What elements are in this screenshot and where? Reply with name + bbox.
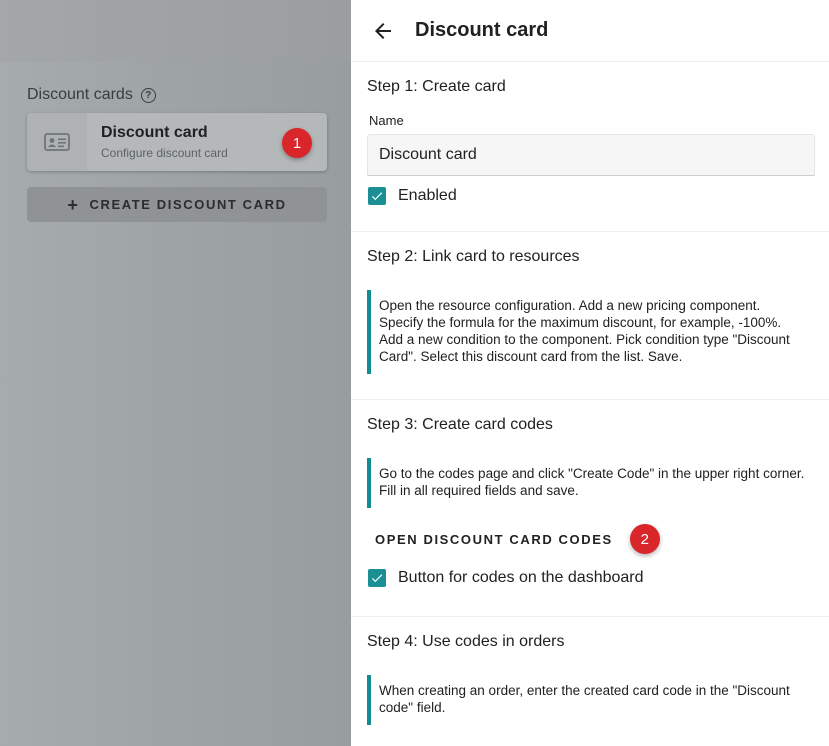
step3-info: Go to the codes page and click "Create C…: [367, 458, 815, 508]
create-discount-card-label: CREATE DISCOUNT CARD: [89, 197, 287, 212]
card-item-title: Discount card: [101, 124, 208, 141]
top-bar: [0, 0, 351, 62]
step-badge-2: 2: [629, 524, 660, 554]
id-card-icon: [27, 113, 87, 171]
name-label: Name: [369, 113, 404, 128]
panel-header: Discount card: [351, 0, 829, 62]
checkmark-icon: [371, 192, 383, 201]
step3-section: Step 3: Create card codes Go to the code…: [351, 400, 829, 617]
name-input[interactable]: Discount card: [367, 134, 815, 176]
enabled-checkbox[interactable]: [368, 187, 386, 205]
card-item-subtitle: Configure discount card: [101, 146, 228, 160]
checkmark-icon: [371, 574, 383, 583]
name-input-value: Discount card: [379, 146, 477, 163]
enabled-checkbox-row[interactable]: Enabled: [367, 187, 815, 205]
dashboard-checkbox[interactable]: [368, 569, 386, 587]
plus-icon: +: [67, 194, 80, 215]
step-badge-1: 1: [282, 128, 312, 158]
dashboard-checkbox-label: Button for codes on the dashboard: [398, 569, 644, 586]
step3-title: Step 3: Create card codes: [367, 416, 553, 433]
step4-section: Step 4: Use codes in orders When creatin…: [351, 617, 829, 725]
panel-title: Discount card: [415, 19, 549, 41]
help-icon[interactable]: ?: [140, 87, 156, 103]
discount-cards-title: Discount cards: [27, 86, 133, 103]
arrow-back-icon[interactable]: [369, 17, 397, 45]
enabled-label: Enabled: [398, 187, 457, 204]
discount-cards-heading: Discount cards ?: [27, 86, 156, 104]
step1-title: Step 1: Create card: [367, 78, 506, 95]
step1-section: Step 1: Create card Name Discount card E…: [351, 62, 829, 232]
discount-card-panel: Discount card Step 1: Create card Name D…: [351, 0, 829, 746]
open-discount-card-codes-button[interactable]: OPEN DISCOUNT CARD CODES: [375, 532, 613, 547]
create-discount-card-button[interactable]: + CREATE DISCOUNT CARD: [27, 187, 327, 222]
overlay-backdrop[interactable]: Discount cards ? Discount card Configure…: [0, 0, 351, 746]
step2-title: Step 2: Link card to resources: [367, 248, 580, 265]
step4-title: Step 4: Use codes in orders: [367, 633, 565, 650]
step2-section: Step 2: Link card to resources Open the …: [351, 232, 829, 400]
step4-info: When creating an order, enter the create…: [367, 675, 815, 725]
dashboard-checkbox-row[interactable]: Button for codes on the dashboard: [367, 569, 815, 587]
step2-info: Open the resource configuration. Add a n…: [367, 290, 815, 374]
